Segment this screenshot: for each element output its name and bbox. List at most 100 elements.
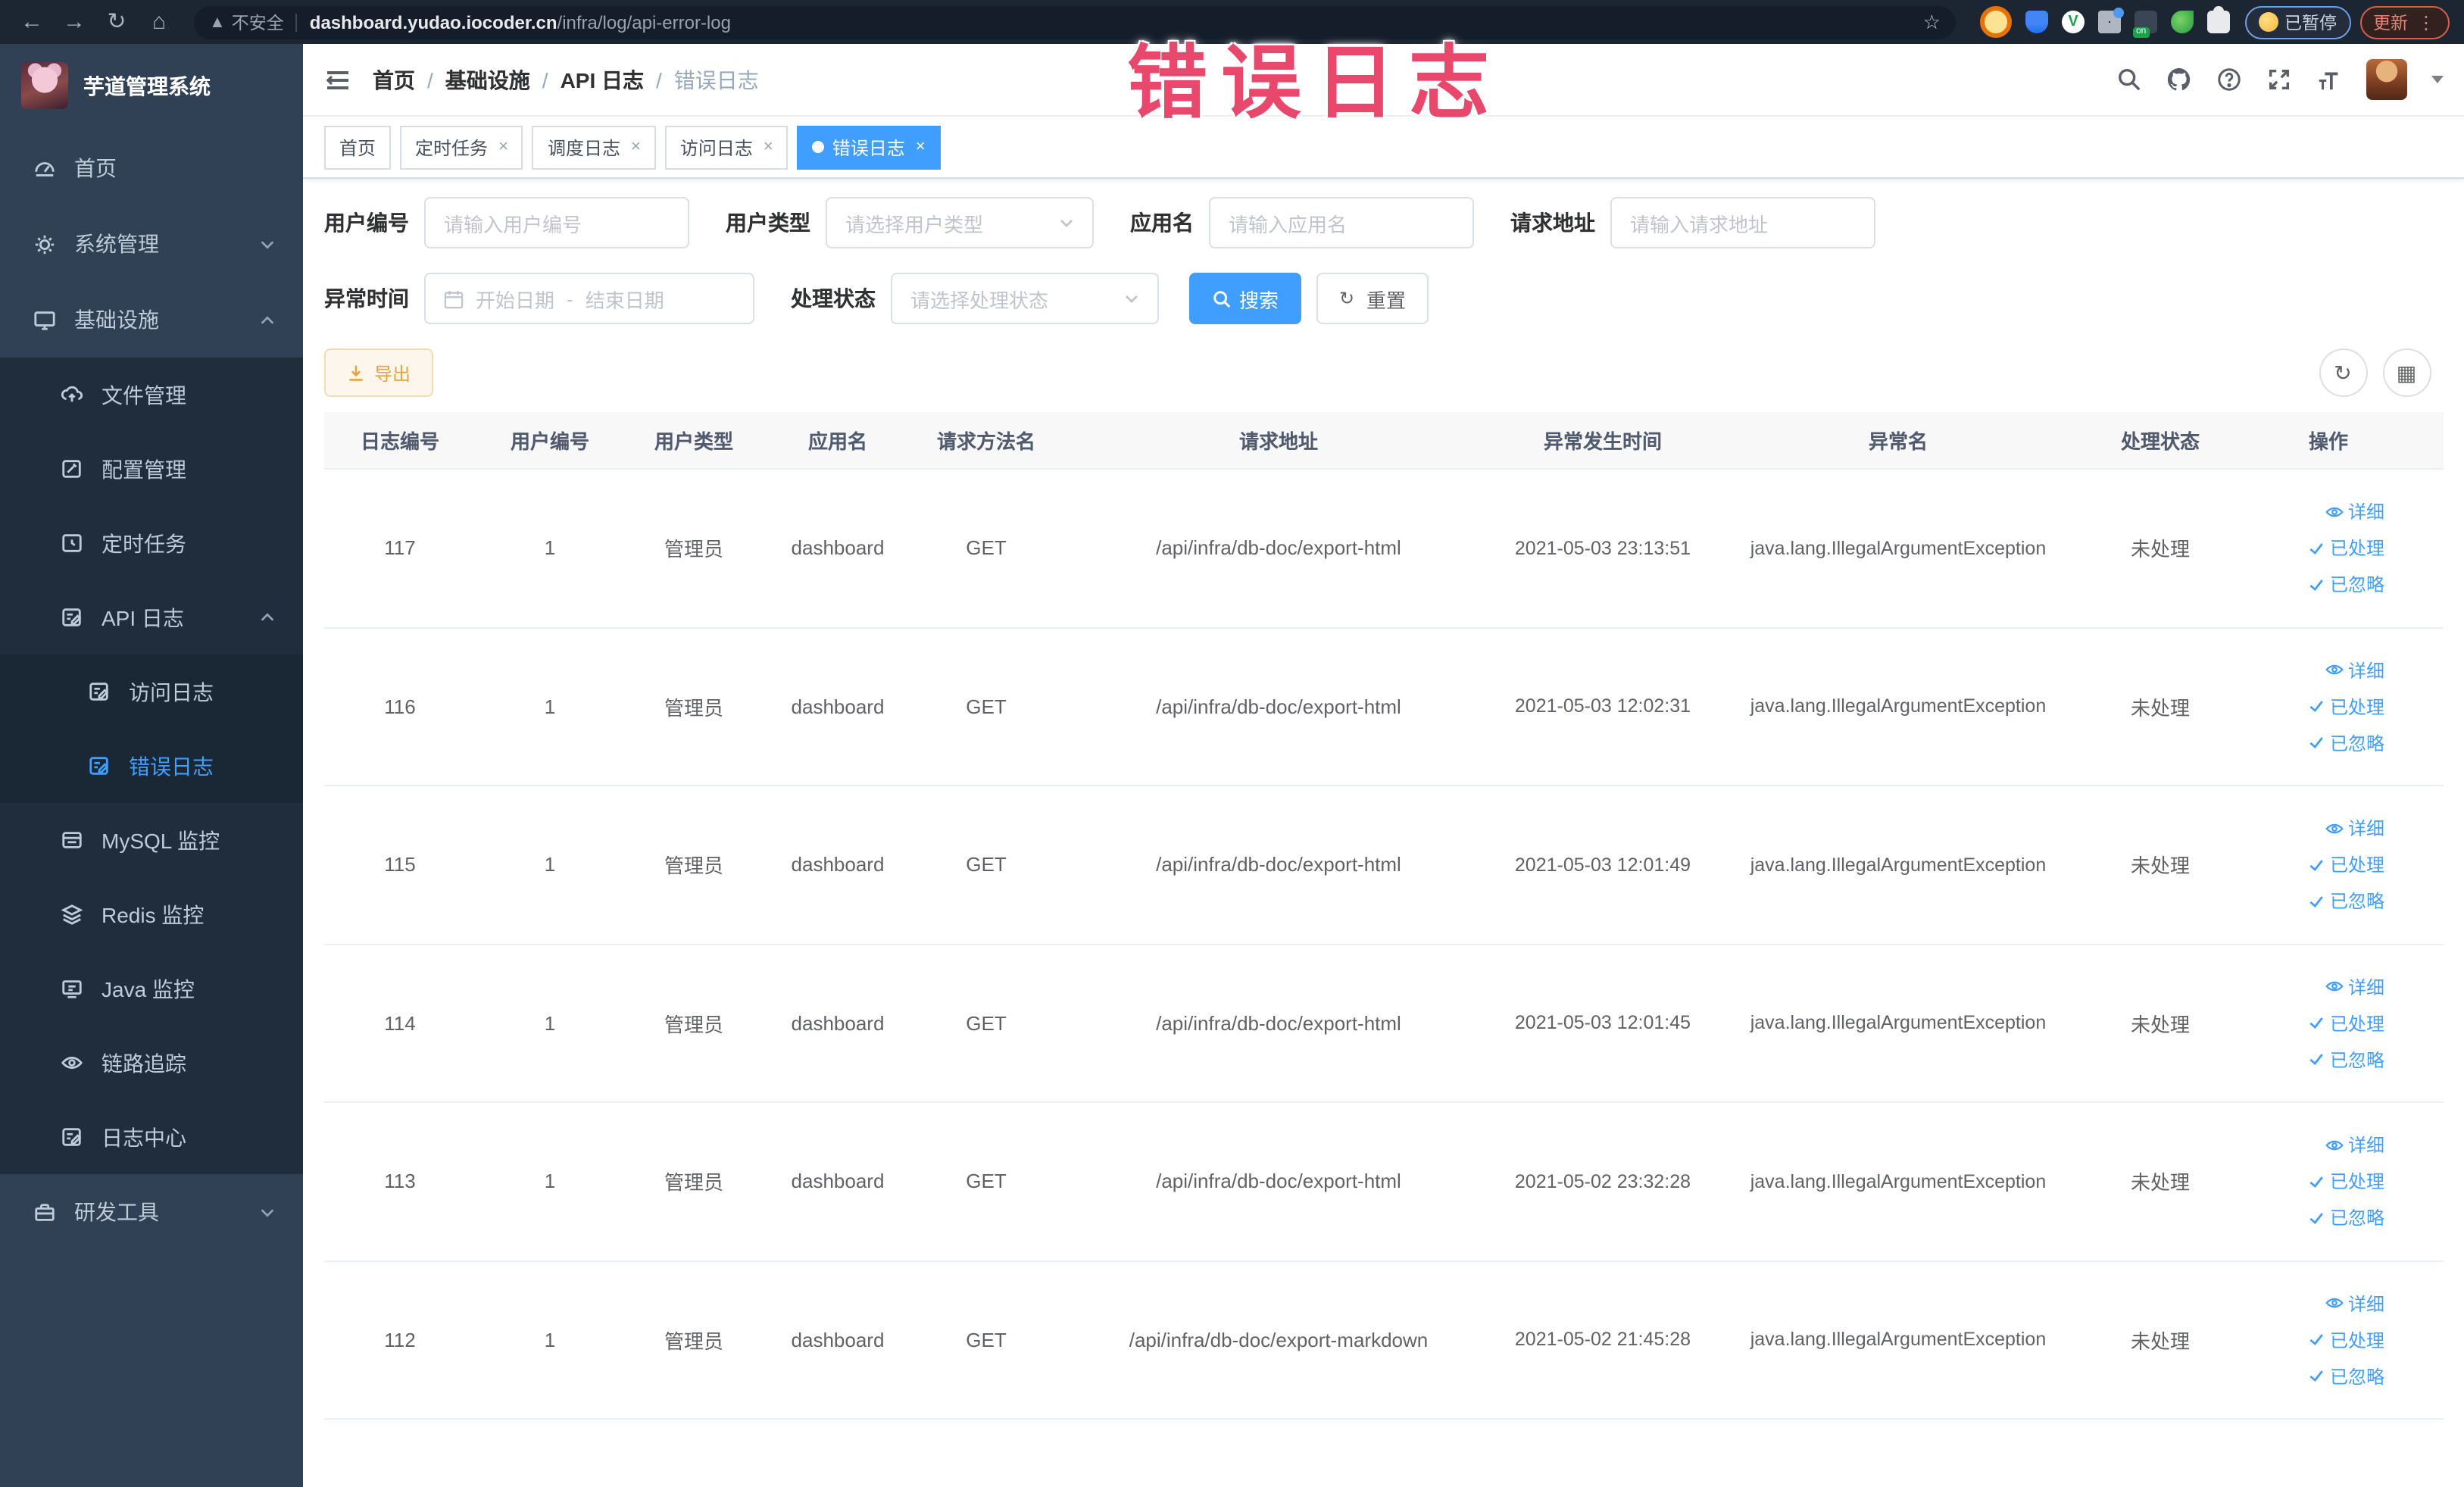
- action-详细[interactable]: 详细: [2325, 974, 2384, 1000]
- check-icon: [2307, 734, 2325, 752]
- fullscreen-icon[interactable]: [2266, 67, 2291, 92]
- home-icon[interactable]: ⌂: [142, 11, 176, 33]
- tab-close-icon[interactable]: ×: [916, 138, 926, 156]
- request-url-input[interactable]: 请输入请求地址: [1610, 197, 1875, 248]
- table-body: 117 1 管理员 dashboard GET/api/infra/db-doc/exp…: [324, 470, 2443, 1420]
- sidebar-item-文件管理[interactable]: 文件管理: [0, 358, 303, 432]
- cell-url: /api/infra/db-doc/export-html: [1156, 536, 1401, 560]
- tab-首页[interactable]: 首页: [324, 125, 392, 169]
- tab-错误日志[interactable]: 错误日志 ×: [797, 125, 941, 169]
- reload-icon[interactable]: ↻: [100, 11, 133, 33]
- v-extension-icon[interactable]: V: [2062, 11, 2085, 33]
- menu-fold-icon[interactable]: [324, 66, 351, 93]
- tab-定时任务[interactable]: 定时任务 ×: [400, 125, 523, 169]
- process-status-select[interactable]: 请选择处理状态: [891, 273, 1159, 324]
- action-已忽略[interactable]: 已忽略: [2307, 730, 2384, 756]
- cell-time: 2021-05-03 23:13:51: [1514, 537, 1691, 559]
- sidebar-item-label: 错误日志: [129, 754, 214, 778]
- action-已处理[interactable]: 已处理: [2307, 536, 2384, 561]
- app-name-input[interactable]: 请输入应用名: [1209, 197, 1474, 248]
- action-详细[interactable]: 详细: [2325, 816, 2384, 842]
- search-icon[interactable]: [2116, 67, 2141, 92]
- breadcrumb-item[interactable]: API 日志: [561, 64, 644, 95]
- sidebar-item-MySQL-监控[interactable]: MySQL 监控: [0, 803, 303, 877]
- user-id-input[interactable]: 请输入用户编号: [424, 197, 689, 248]
- forward-icon[interactable]: →: [58, 11, 91, 33]
- action-已处理[interactable]: 已处理: [2307, 1327, 2384, 1353]
- column-settings-button[interactable]: ▦: [2382, 348, 2431, 397]
- update-button[interactable]: 更新 ⋮: [2359, 5, 2449, 39]
- sidebar-item-配置管理[interactable]: 配置管理: [0, 432, 303, 506]
- sidebar-item-Redis-监控[interactable]: Redis 监控: [0, 877, 303, 951]
- sidebar-item-错误日志[interactable]: 错误日志: [0, 729, 303, 803]
- tab-调度日志[interactable]: 调度日志 ×: [532, 125, 656, 169]
- extension-icon[interactable]: [1980, 6, 2012, 38]
- tab-close-icon[interactable]: ×: [764, 138, 773, 156]
- user-type-select[interactable]: 请选择用户类型: [826, 197, 1094, 248]
- paused-badge[interactable]: 已暂停: [2245, 5, 2350, 39]
- export-button[interactable]: 导出: [324, 348, 434, 397]
- tab-close-icon[interactable]: ×: [498, 138, 508, 156]
- exception-time-range-picker[interactable]: 开始日期 - 结束日期: [424, 273, 754, 324]
- sidebar-item-label: Redis 监控: [101, 902, 205, 926]
- sidebar-item-研发工具[interactable]: 研发工具: [0, 1174, 303, 1250]
- action-label: 已忽略: [2329, 1207, 2384, 1229]
- check-icon: [2307, 1014, 2325, 1032]
- sidebar-item-访问日志[interactable]: 访问日志: [0, 654, 303, 729]
- action-已忽略[interactable]: 已忽略: [2307, 889, 2384, 914]
- browser-menu-icon[interactable]: ⋮: [2417, 11, 2435, 33]
- app-logo-row[interactable]: 芋道管理系统: [0, 44, 303, 130]
- action-详细[interactable]: 详细: [2325, 499, 2384, 525]
- header-actions: [2116, 59, 2443, 100]
- grid-extension-icon[interactable]: [2098, 8, 2124, 33]
- user-avatar[interactable]: [2366, 59, 2406, 100]
- action-已忽略[interactable]: 已忽略: [2307, 1364, 2384, 1389]
- address-bar[interactable]: ▲ 不安全 dashboard.yudao.iocoder.cn /infra/…: [194, 5, 1956, 39]
- action-已忽略[interactable]: 已忽略: [2307, 572, 2384, 598]
- sidebar-item-链路追踪[interactable]: 链路追踪: [0, 1026, 303, 1100]
- breadcrumb-item[interactable]: 基础设施: [445, 64, 530, 95]
- action-已处理[interactable]: 已处理: [2307, 1169, 2384, 1195]
- search-button[interactable]: 搜索: [1189, 273, 1302, 324]
- sidebar-item-基础设施[interactable]: 基础设施: [0, 282, 303, 358]
- action-已忽略[interactable]: 已忽略: [2307, 1205, 2384, 1231]
- action-已忽略[interactable]: 已忽略: [2307, 1047, 2384, 1073]
- tab-访问日志[interactable]: 访问日志 ×: [664, 125, 789, 169]
- sidebar-item-日志中心[interactable]: 日志中心: [0, 1100, 303, 1174]
- action-详细[interactable]: 详细: [2325, 1291, 2384, 1317]
- back-icon[interactable]: ←: [15, 11, 48, 33]
- action-label: 已忽略: [2329, 574, 2384, 596]
- reset-button[interactable]: ↻ 重置: [1316, 273, 1429, 324]
- action-已处理[interactable]: 已处理: [2307, 694, 2384, 720]
- cell-exception: java.lang.IllegalArgumentException: [1750, 854, 2047, 876]
- extensions-puzzle-icon[interactable]: [2207, 6, 2230, 33]
- sidebar-item-Java-监控[interactable]: Java 监控: [0, 951, 303, 1026]
- check-icon: [2307, 1173, 2325, 1191]
- sidebar-item-系统管理[interactable]: 系统管理: [0, 206, 303, 282]
- cell-app: dashboard: [791, 853, 885, 876]
- avatar-caret-icon[interactable]: [2431, 76, 2443, 83]
- action-已处理[interactable]: 已处理: [2307, 852, 2384, 878]
- sidebar-item-API-日志[interactable]: API 日志: [0, 580, 303, 654]
- tab-close-icon[interactable]: ×: [631, 138, 641, 156]
- action-详细[interactable]: 详细: [2325, 1132, 2384, 1158]
- action-label: 已处理: [2329, 1329, 2384, 1351]
- not-secure-warning-icon: ▲: [209, 13, 226, 31]
- shield-extension-icon[interactable]: [2025, 11, 2048, 33]
- on-badge-extension-icon[interactable]: [2133, 11, 2157, 38]
- bookmark-star-icon[interactable]: ☆: [1923, 10, 1941, 34]
- sidebar-item-定时任务[interactable]: 定时任务: [0, 506, 303, 580]
- sprout-extension-icon[interactable]: [2171, 11, 2194, 33]
- github-icon[interactable]: [2166, 67, 2191, 92]
- help-icon[interactable]: [2216, 67, 2241, 92]
- sidebar-item-label: 系统管理: [74, 232, 159, 256]
- table-row: 113 1 管理员 dashboard GET/api/infra/db-doc/exp…: [324, 1103, 2443, 1261]
- update-label: 更新: [2373, 14, 2408, 33]
- action-已处理[interactable]: 已处理: [2307, 1011, 2384, 1036]
- breadcrumb-item[interactable]: 首页: [373, 64, 415, 95]
- chevron-up-icon: [259, 311, 276, 328]
- refresh-table-button[interactable]: ↻: [2319, 348, 2367, 397]
- sidebar-item-首页[interactable]: 首页: [0, 130, 303, 206]
- font-size-icon[interactable]: [2316, 67, 2341, 92]
- action-详细[interactable]: 详细: [2325, 658, 2384, 683]
